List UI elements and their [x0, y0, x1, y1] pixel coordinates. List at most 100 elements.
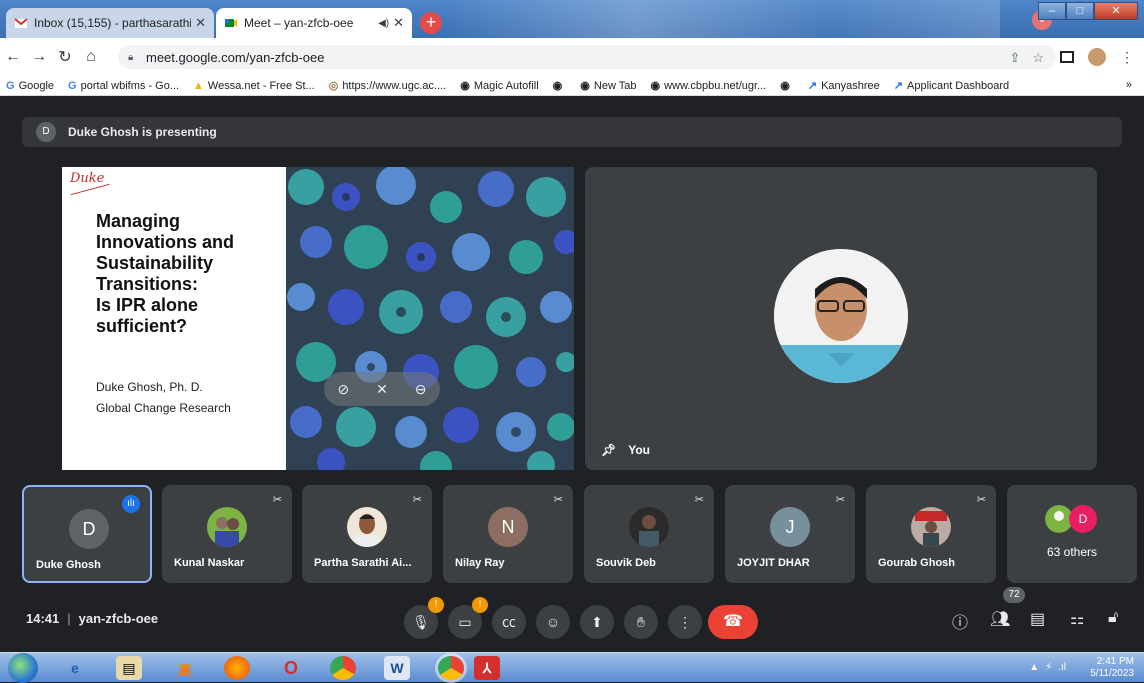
activities-button[interactable]: ⚏ [1070, 609, 1084, 629]
bookmark-label: portal wbifms - Go... [80, 79, 180, 92]
globe-icon: ◉ [552, 80, 563, 92]
bookmark-new-tab[interactable]: ◉ New Tab [580, 79, 637, 93]
browser-titlebar: Inbox (15,155) - parthasarathiaich ✕ Mee… [0, 0, 1144, 38]
raise-hand-button[interactable]: ✋︎ [624, 605, 658, 639]
pin-off-icon[interactable]: ⊘ [337, 381, 349, 398]
bookmark-kanyashree[interactable]: ↗ Kanyashree [808, 79, 880, 93]
maximize-button[interactable]: □ [1066, 2, 1094, 20]
present-button[interactable]: ⬆ [580, 605, 614, 639]
bookmark-magic-autofill[interactable]: ◉ Magic Autofill [460, 79, 539, 93]
network-icon[interactable]: ⚡︎ [1045, 662, 1052, 673]
tab-meet[interactable]: Meet – yan-zfcb-oee ◀) ✕ [216, 8, 412, 38]
slide-signature: Duke [70, 171, 105, 186]
people-button[interactable]: 👥︎ [990, 609, 1010, 629]
others-tile[interactable]: D 63 others [1007, 485, 1137, 583]
ugc-icon: ◎ [328, 80, 339, 92]
profile-avatar[interactable] [1088, 48, 1106, 66]
word-icon[interactable]: W [384, 656, 410, 680]
media-player-icon[interactable]: ▣ [172, 656, 198, 680]
meeting-details-button[interactable]: ⓘ [952, 609, 968, 633]
participant-tile-duke-ghosh[interactable]: D ılı Duke Ghosh [22, 485, 152, 583]
bookmark-google[interactable]: G Google [6, 80, 54, 92]
titlebar-glass [440, 0, 1000, 38]
bookmark-label: Applicant Dashboard [907, 79, 1010, 92]
tray-expand-icon[interactable]: ▲ [1029, 662, 1039, 673]
bookmarks-overflow-button[interactable]: » [1126, 79, 1132, 91]
file-explorer-icon[interactable]: ▤ [116, 656, 142, 680]
star-icon[interactable]: ☆ [1032, 50, 1044, 66]
participant-name: Kunal Naskar [174, 557, 245, 569]
participant-tile-partha-sarathi[interactable]: ✂︎ Partha Sarathi Ai... [302, 485, 432, 583]
signal-icon[interactable]: .ıl [1058, 662, 1066, 673]
lock-icon[interactable]: 🔒︎ [128, 52, 138, 63]
speaker-icon[interactable]: ◀) [378, 18, 389, 29]
bookmark-label: Google [18, 79, 55, 92]
tab-label: Inbox (15,155) - parthasarathiaich [34, 16, 191, 30]
address-row: ← → ↻ ⌂ 🔒︎ meet.google.com/yan-zfcb-oee … [0, 38, 1144, 76]
participant-tile-gourab-ghosh[interactable]: ✂︎ Gourab Ghosh [866, 485, 996, 583]
close-icon[interactable]: ✕ [393, 15, 404, 31]
menu-icon[interactable]: ⋮ [1120, 49, 1134, 66]
meeting-controls-bar: 14:41 | yan-zfcb-oee 🎙︎ ! ▭ ! ㏄ ☺ ⬆ ✋︎ ⋮ ☎… [0, 587, 1144, 647]
new-tab-button[interactable]: + [420, 12, 442, 34]
end-call-button[interactable]: ☎︎ [708, 605, 758, 639]
close-window-button[interactable]: ✕ [1094, 2, 1138, 20]
bookmark-label: Kanyashree [821, 79, 880, 92]
bookmark-applicant-dashboard[interactable]: ↗ Applicant Dashboard [893, 79, 1010, 93]
participant-tile-joyjit-dhar[interactable]: J ✂︎ JOYJIT DHAR [725, 485, 855, 583]
minimize-button[interactable]: – [1038, 2, 1066, 20]
mute-icon[interactable]: ✕ [376, 381, 388, 398]
tab-gmail[interactable]: Inbox (15,155) - parthasarathiaich ✕ [6, 8, 214, 38]
home-icon[interactable]: ⌂ [78, 48, 104, 66]
participant-tile-kunal-naskar[interactable]: ✂︎ Kunal Naskar [162, 485, 292, 583]
back-icon[interactable]: ← [0, 48, 26, 66]
clock[interactable]: 2:41 PM 5/11/2023 [1090, 656, 1134, 680]
slide-title-line: Innovations and [96, 232, 235, 252]
bookmark-unnamed-1[interactable]: ◉ [553, 79, 567, 92]
participant-tile-nilay-ray[interactable]: N ✂︎ Nilay Ray [443, 485, 573, 583]
opera-icon[interactable]: O [278, 656, 304, 680]
bookmark-ugc[interactable]: ◎ https://www.ugc.ac.... [328, 79, 447, 93]
separator: | [67, 611, 71, 626]
presenting-text: Duke Ghosh is presenting [68, 125, 217, 139]
bookmark-label: Magic Autofill [473, 79, 539, 92]
acrobat-icon[interactable]: ⅄ [474, 656, 500, 680]
microphone-button[interactable]: 🎙︎ ! [404, 597, 444, 639]
warning-badge-icon: ! [472, 597, 488, 613]
remove-icon[interactable]: ⊖ [415, 381, 427, 398]
start-button[interactable] [8, 653, 38, 683]
meeting-time: 14:41 [26, 611, 60, 626]
self-video-tile[interactable]: 📌︎ You [585, 167, 1097, 470]
bookmark-wessa[interactable]: ▲ Wessa.net - Free St... [193, 80, 315, 92]
chat-button[interactable]: ▤ [1030, 609, 1045, 629]
globe-icon: ◉ [580, 80, 590, 92]
bookmark-portal[interactable]: Gportal wbifms - Go... [68, 80, 179, 92]
pin-icon[interactable]: 📌︎ [601, 443, 616, 457]
participant-tile-souvik-deb[interactable]: ✂︎ Souvik Deb [584, 485, 714, 583]
captions-button[interactable]: ㏄ [492, 605, 526, 639]
url-text: meet.google.com/yan-zfcb-oee [146, 49, 325, 65]
share-icon[interactable]: ⇪ [1009, 50, 1020, 66]
close-icon[interactable]: ✕ [195, 15, 206, 31]
address-bar[interactable]: 🔒︎ meet.google.com/yan-zfcb-oee [118, 45, 1056, 69]
bookmark-cbpbu[interactable]: ◉ www.cbpbu.net/ugr... [651, 79, 767, 93]
camera-button[interactable]: ▭ ! [448, 597, 488, 639]
lock-person-icon: 🔓︎ [1108, 609, 1119, 626]
avatar [207, 507, 247, 547]
side-panel-icon[interactable] [1060, 51, 1074, 63]
presentation-slide[interactable]: Duke Managing Innovations and Sustainabi… [62, 167, 574, 470]
captions-icon: ㏄ [502, 614, 516, 630]
bookmark-unnamed-2[interactable]: ◉ [780, 79, 794, 92]
reactions-button[interactable]: ☺ [536, 605, 570, 639]
link-icon: ↗ [893, 80, 903, 92]
firefox-icon[interactable] [224, 656, 250, 680]
host-controls-button[interactable]: 🔓︎ [1108, 609, 1118, 627]
chrome-active-icon[interactable] [438, 656, 464, 680]
chrome-icon[interactable] [330, 656, 356, 680]
reload-icon[interactable]: ↻ [52, 47, 78, 67]
bookmark-label: New Tab [593, 79, 637, 92]
more-options-button[interactable]: ⋮ [668, 605, 702, 639]
meeting-code: yan-zfcb-oee [78, 611, 159, 626]
internet-explorer-icon[interactable]: e [62, 656, 88, 680]
forward-icon[interactable]: → [26, 48, 52, 66]
